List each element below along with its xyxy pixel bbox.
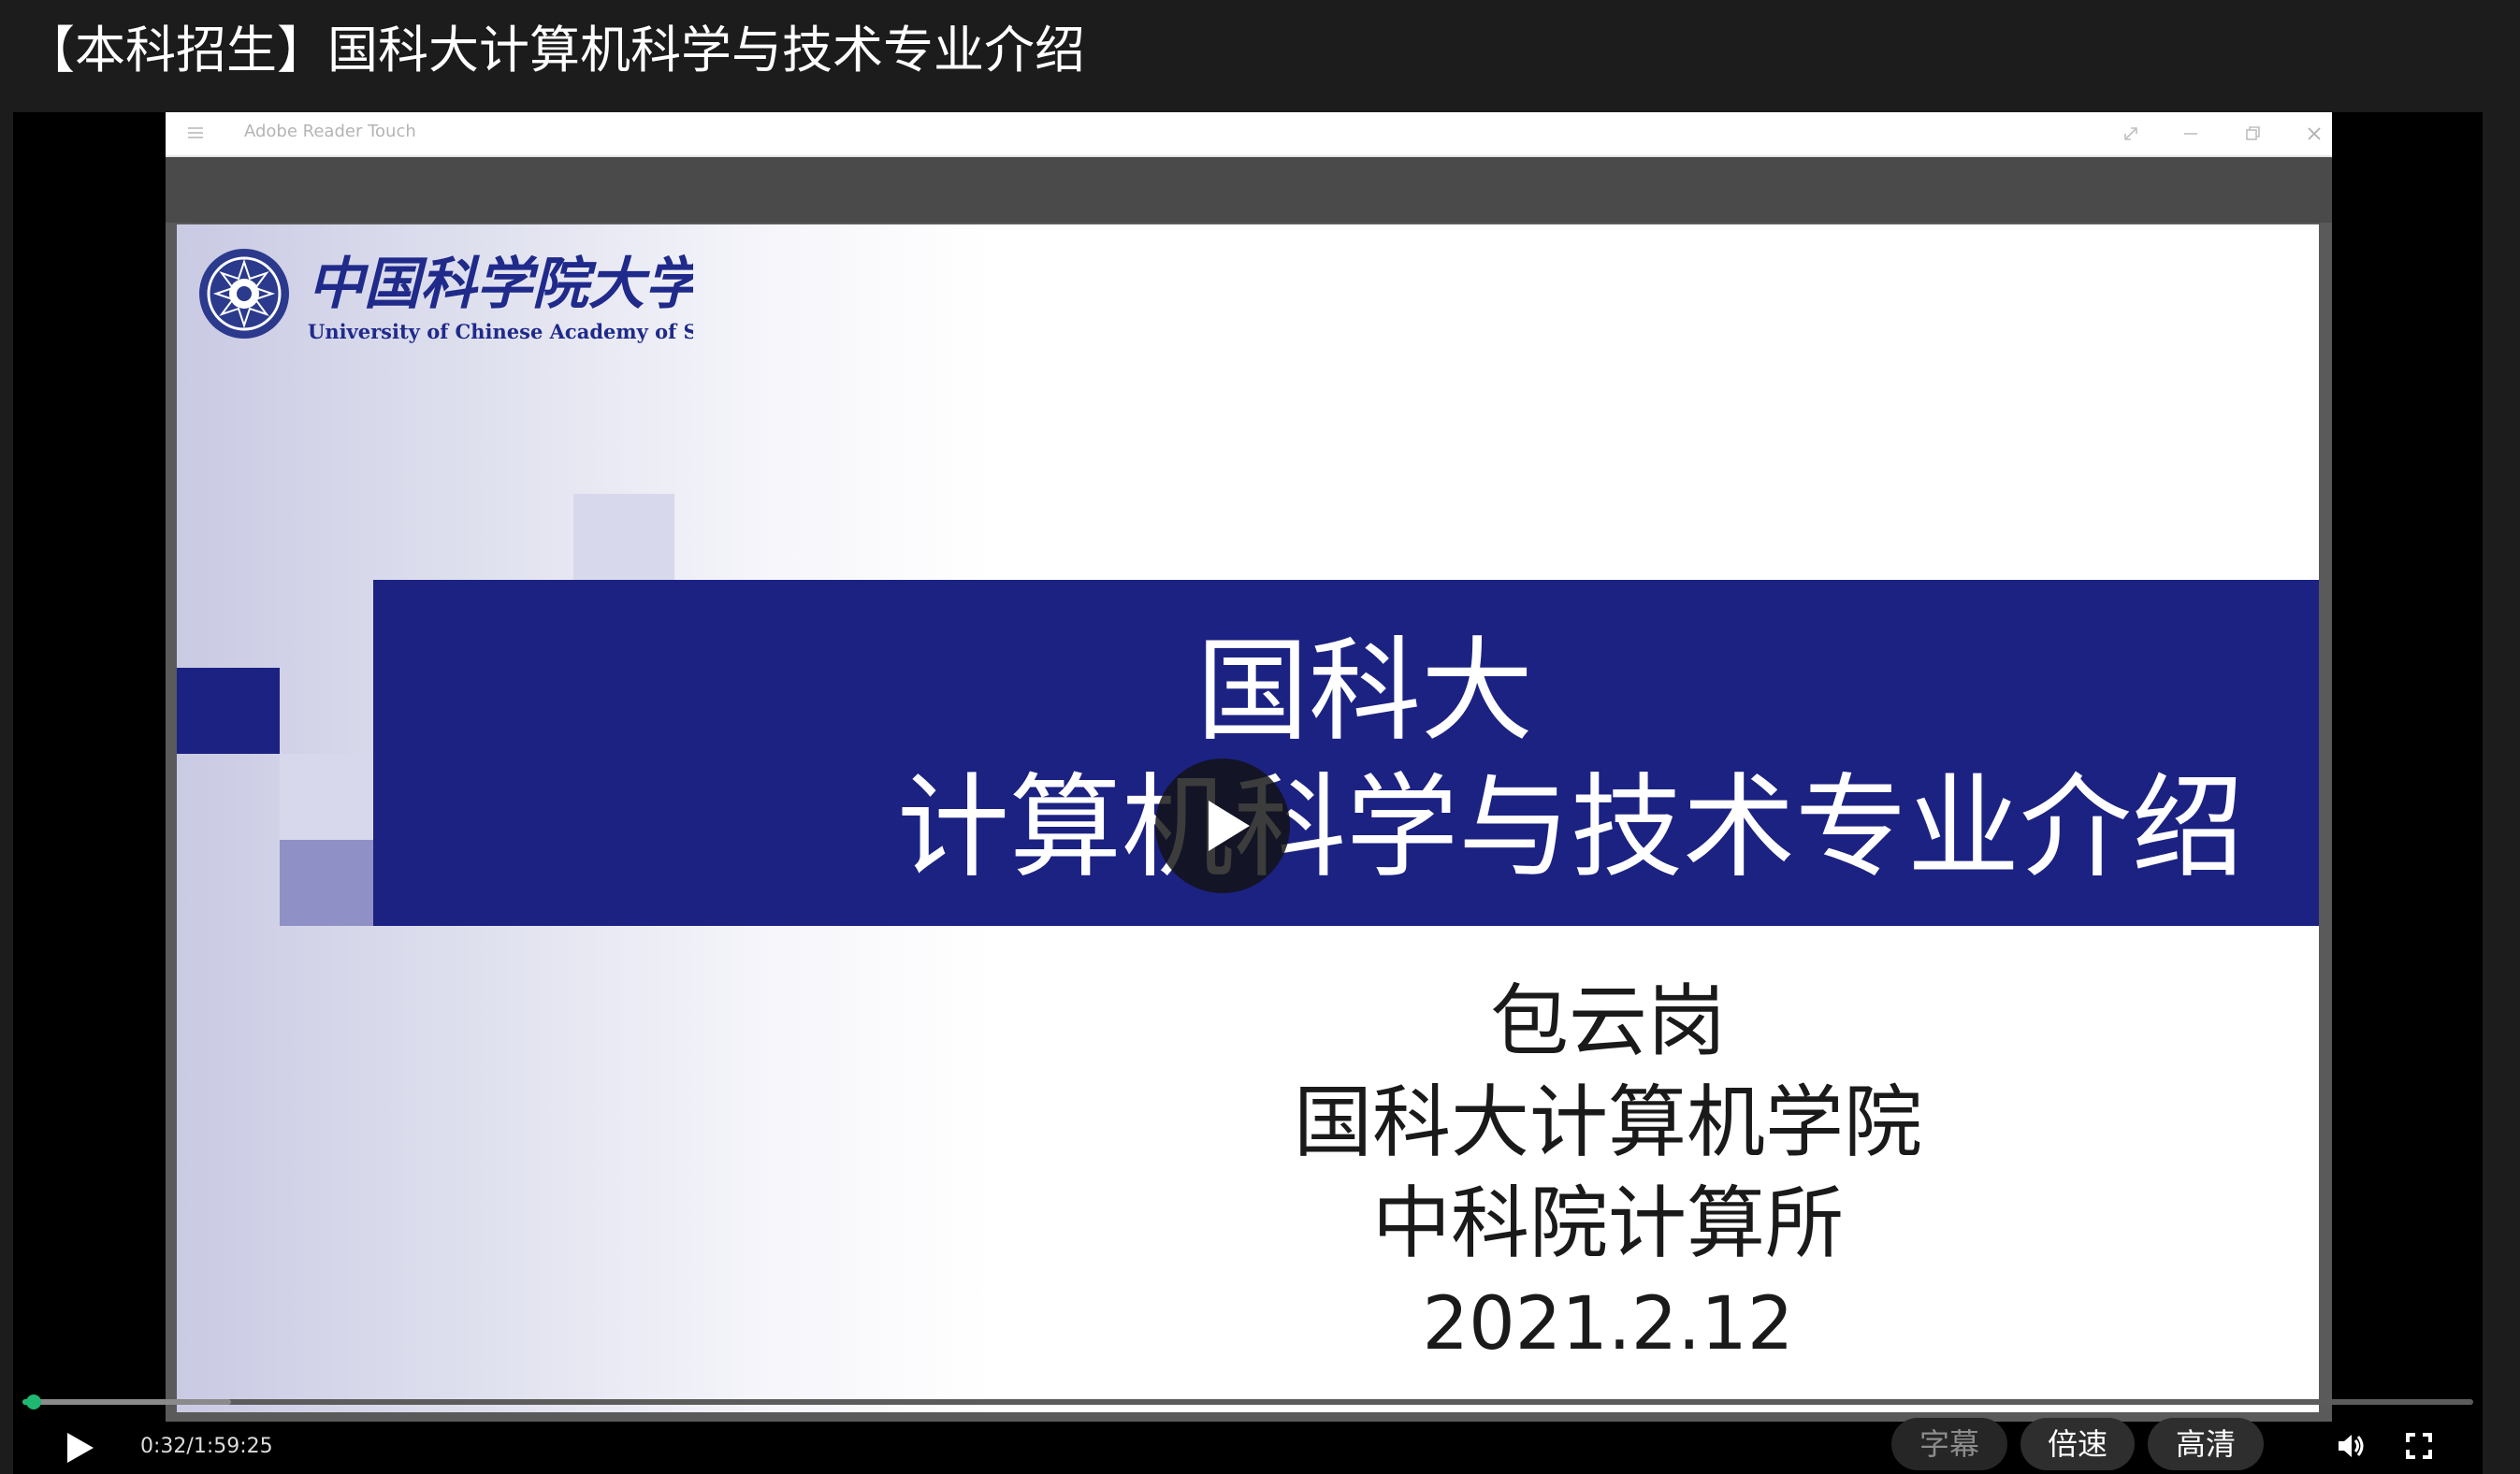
reader-titlebar: Adobe Reader Touch [166,112,2332,157]
decor-square [177,668,280,754]
fullscreen-icon[interactable] [2402,1429,2436,1463]
play-icon[interactable] [58,1427,99,1468]
quality-button[interactable]: 高清 [2148,1418,2264,1470]
slide-date: 2021.2.12 [1422,1282,1794,1366]
reader-toolbar [166,157,2332,223]
speed-button[interactable]: 倍速 [2020,1418,2135,1470]
affiliation-line2: 中科院计算所 [1371,1178,1844,1269]
decor-square [573,494,674,580]
logo-text-cn: 中国科学院大学 [308,252,693,317]
progress-bar[interactable] [22,1395,2473,1409]
page-header: 【本科招生】国科大计算机科学与技术专业介绍 [0,0,2520,105]
ucas-logo: 中国科学院大学 University of Chinese Academy of… [199,249,693,343]
time-readout: 0:32/1:59:25 [140,1435,273,1458]
close-icon [2308,127,2321,140]
subtitle-button[interactable]: 字幕 [1891,1418,2007,1470]
slide-title-line2: 计算机科学与技术专业介绍 [897,763,2244,893]
volume-icon[interactable] [2335,1429,2368,1463]
progress-handle[interactable] [25,1395,41,1409]
decor-square [280,840,377,926]
logo-text-en: University of Chinese Academy of Science… [308,320,693,343]
slide-title-line1: 国科大 [1196,627,1533,757]
progress-buffered [22,1399,231,1405]
video-player[interactable]: Adobe Reader Touch 中国科学院大学 University of… [13,112,2483,1474]
fullscreen-icon [2124,127,2137,140]
page-title: 【本科招生】国科大计算机科学与技术专业介绍 [24,21,1085,79]
reader-title: Adobe Reader Touch [244,122,416,141]
minimize-icon [2184,133,2197,135]
restore-icon [2246,126,2260,140]
center-play-icon[interactable] [1154,758,1291,894]
control-bar: 0:32/1:59:25 字幕 倍速 高清 [13,1418,2483,1474]
menu-icon [188,127,203,138]
affiliation-line1: 国科大计算机学院 [1293,1077,1922,1168]
decor-square [280,754,377,840]
presenter-name: 包云岗 [1489,975,1726,1067]
